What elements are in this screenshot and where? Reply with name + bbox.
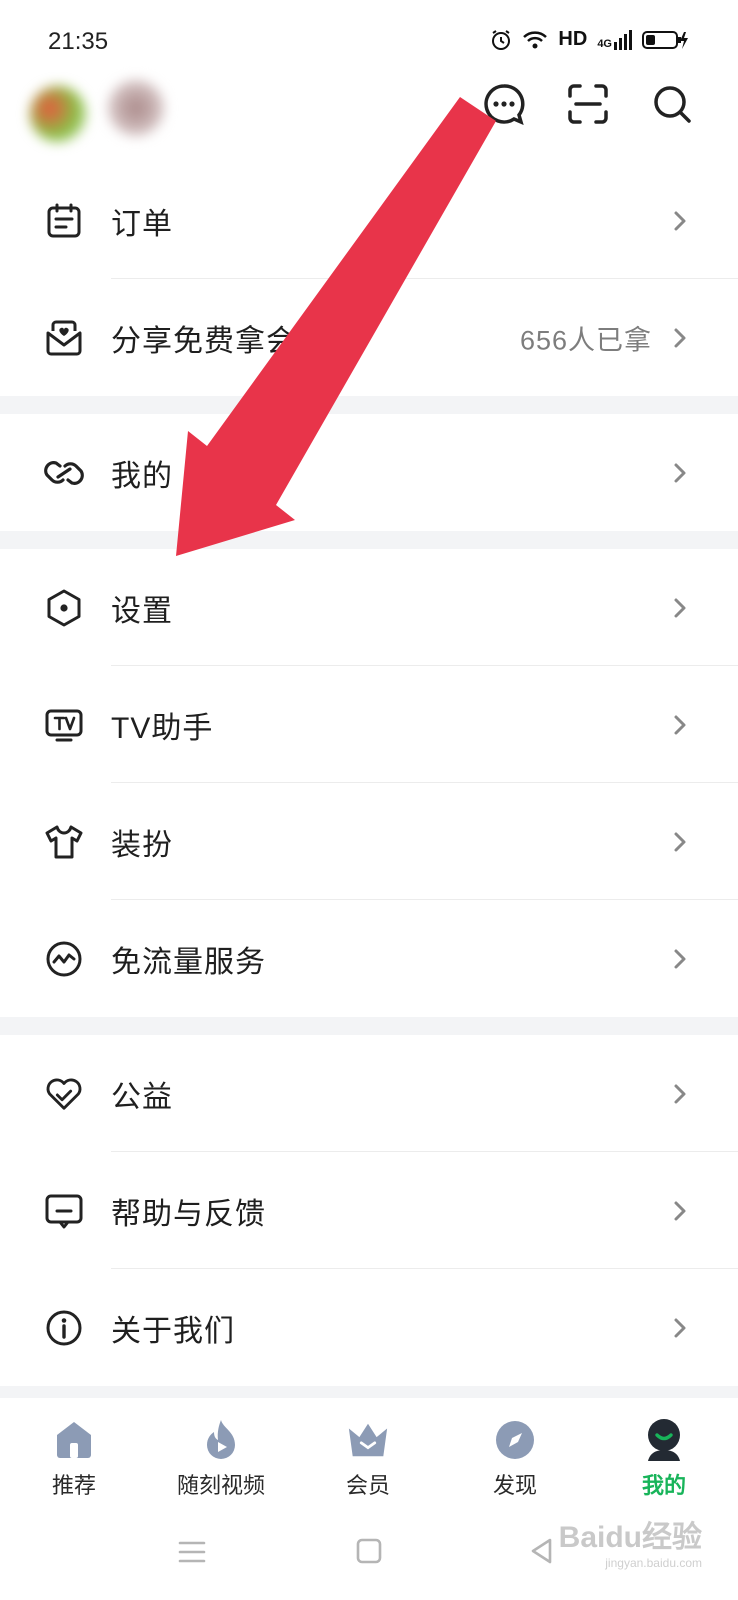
compass-icon [493,1418,537,1462]
profile-icon [642,1418,686,1462]
menu-item-label: 我的 务 [111,451,286,495]
feedback-icon [44,1191,84,1231]
share-envelope-icon [44,318,84,358]
tab-discover[interactable]: 发现 [455,1418,575,1500]
section-gap [0,396,738,414]
tab-label: 发现 [492,1473,537,1498]
tab-mine[interactable]: 我的 [604,1418,724,1500]
watermark-text: Baidu经验 [558,1521,702,1554]
chevron-right-icon [674,463,686,482]
status-time: 21:35 [48,28,109,55]
heart-icon [44,1074,84,1114]
menu-item-share[interactable]: 分享免费拿会 656人已拿 [0,279,738,396]
watermark: Baidu经验 jingyan.baidu.com [559,1512,702,1570]
crown-icon [346,1418,390,1462]
chevron-right-icon [674,1201,686,1220]
signal-label: 4G [597,37,612,50]
menu-item-label: 关于我们 [111,1314,235,1348]
menu-item-mine[interactable]: 我的 务 [0,414,738,531]
section-gap [0,531,738,549]
share-count: 656人已拿 [519,325,652,355]
order-icon [44,201,84,241]
chevron-right-icon [674,1318,686,1337]
tab-label: 我的 [641,1473,686,1498]
chevron-right-icon [674,211,686,230]
home-square-icon[interactable] [355,1536,383,1566]
avatar[interactable] [30,86,86,142]
status-bar: 21:35 HD 4G [0,0,738,70]
chevron-right-icon [674,832,686,851]
back-icon[interactable] [528,1536,556,1566]
status-icons: HD 4G [490,28,688,51]
section-gap [0,1017,738,1035]
tab-vip[interactable]: 会员 [308,1418,428,1500]
menu-item-label: 订单 [111,207,173,241]
tshirt-icon [44,822,84,862]
tab-label: 推荐 [51,1473,96,1498]
menu-item-label-end: 务 [255,459,286,493]
menu-item-charity[interactable]: 公益 [0,1035,738,1152]
menu-item-tv[interactable]: TV助手 [0,666,738,783]
chevron-right-icon [674,328,686,347]
home-icon [52,1418,96,1462]
menu-item-label: 公益 [111,1080,173,1114]
wave-circle-icon [44,939,84,979]
header [0,70,738,162]
header-actions [482,82,694,126]
chevron-right-icon [674,598,686,617]
menu-list: 订单 分享免费拿会 656人已拿 我的 务 设置 TV助手 装扮 免流量服务 公益… [0,162,738,1404]
menu-item-label: 分享免费拿会 [111,324,297,358]
bottom-nav: 推荐 随刻视频 会员 发现 我的 [0,1398,738,1508]
menu-item-settings[interactable]: 设置 [0,549,738,666]
username-blur [108,80,164,136]
chevron-right-icon [674,715,686,734]
tv-icon [44,705,84,745]
menu-item-free-traffic[interactable]: 免流量服务 [0,900,738,1017]
menu-item-about[interactable]: 关于我们 [0,1269,738,1386]
menu-item-label-start: 我的 [111,459,173,493]
menu-item-label: 帮助与反馈 [111,1197,266,1231]
chevron-right-icon [674,1084,686,1103]
wifi-icon [522,30,548,50]
signal-icon: 4G [597,29,632,50]
search-icon[interactable] [650,82,694,126]
chevron-right-icon [674,949,686,968]
hexagon-settings-icon [44,588,84,628]
menu-item-label: TV助手 [111,711,214,745]
tab-label: 随刻视频 [176,1473,265,1498]
battery-icon [642,30,688,50]
message-icon[interactable] [482,82,526,126]
info-icon [44,1308,84,1348]
menu-item-help[interactable]: 帮助与反馈 [0,1152,738,1269]
watermark-sub: jingyan.baidu.com [605,1556,702,1570]
scan-icon[interactable] [566,82,610,126]
hd-label: HD [558,28,588,50]
menu-item-dress[interactable]: 装扮 [0,783,738,900]
tab-label: 会员 [345,1473,390,1498]
menu-item-label: 装扮 [111,828,173,862]
menu-item-order[interactable]: 订单 [0,162,738,279]
menu-item-label: 免流量服务 [111,945,266,979]
alarm-icon [490,29,512,51]
tab-video[interactable]: 随刻视频 [161,1418,281,1500]
flame-play-icon [199,1418,243,1462]
tab-recommend[interactable]: 推荐 [14,1418,134,1500]
menu-icon[interactable] [177,1538,207,1566]
link-icon [44,453,84,493]
menu-item-label: 设置 [111,594,173,628]
